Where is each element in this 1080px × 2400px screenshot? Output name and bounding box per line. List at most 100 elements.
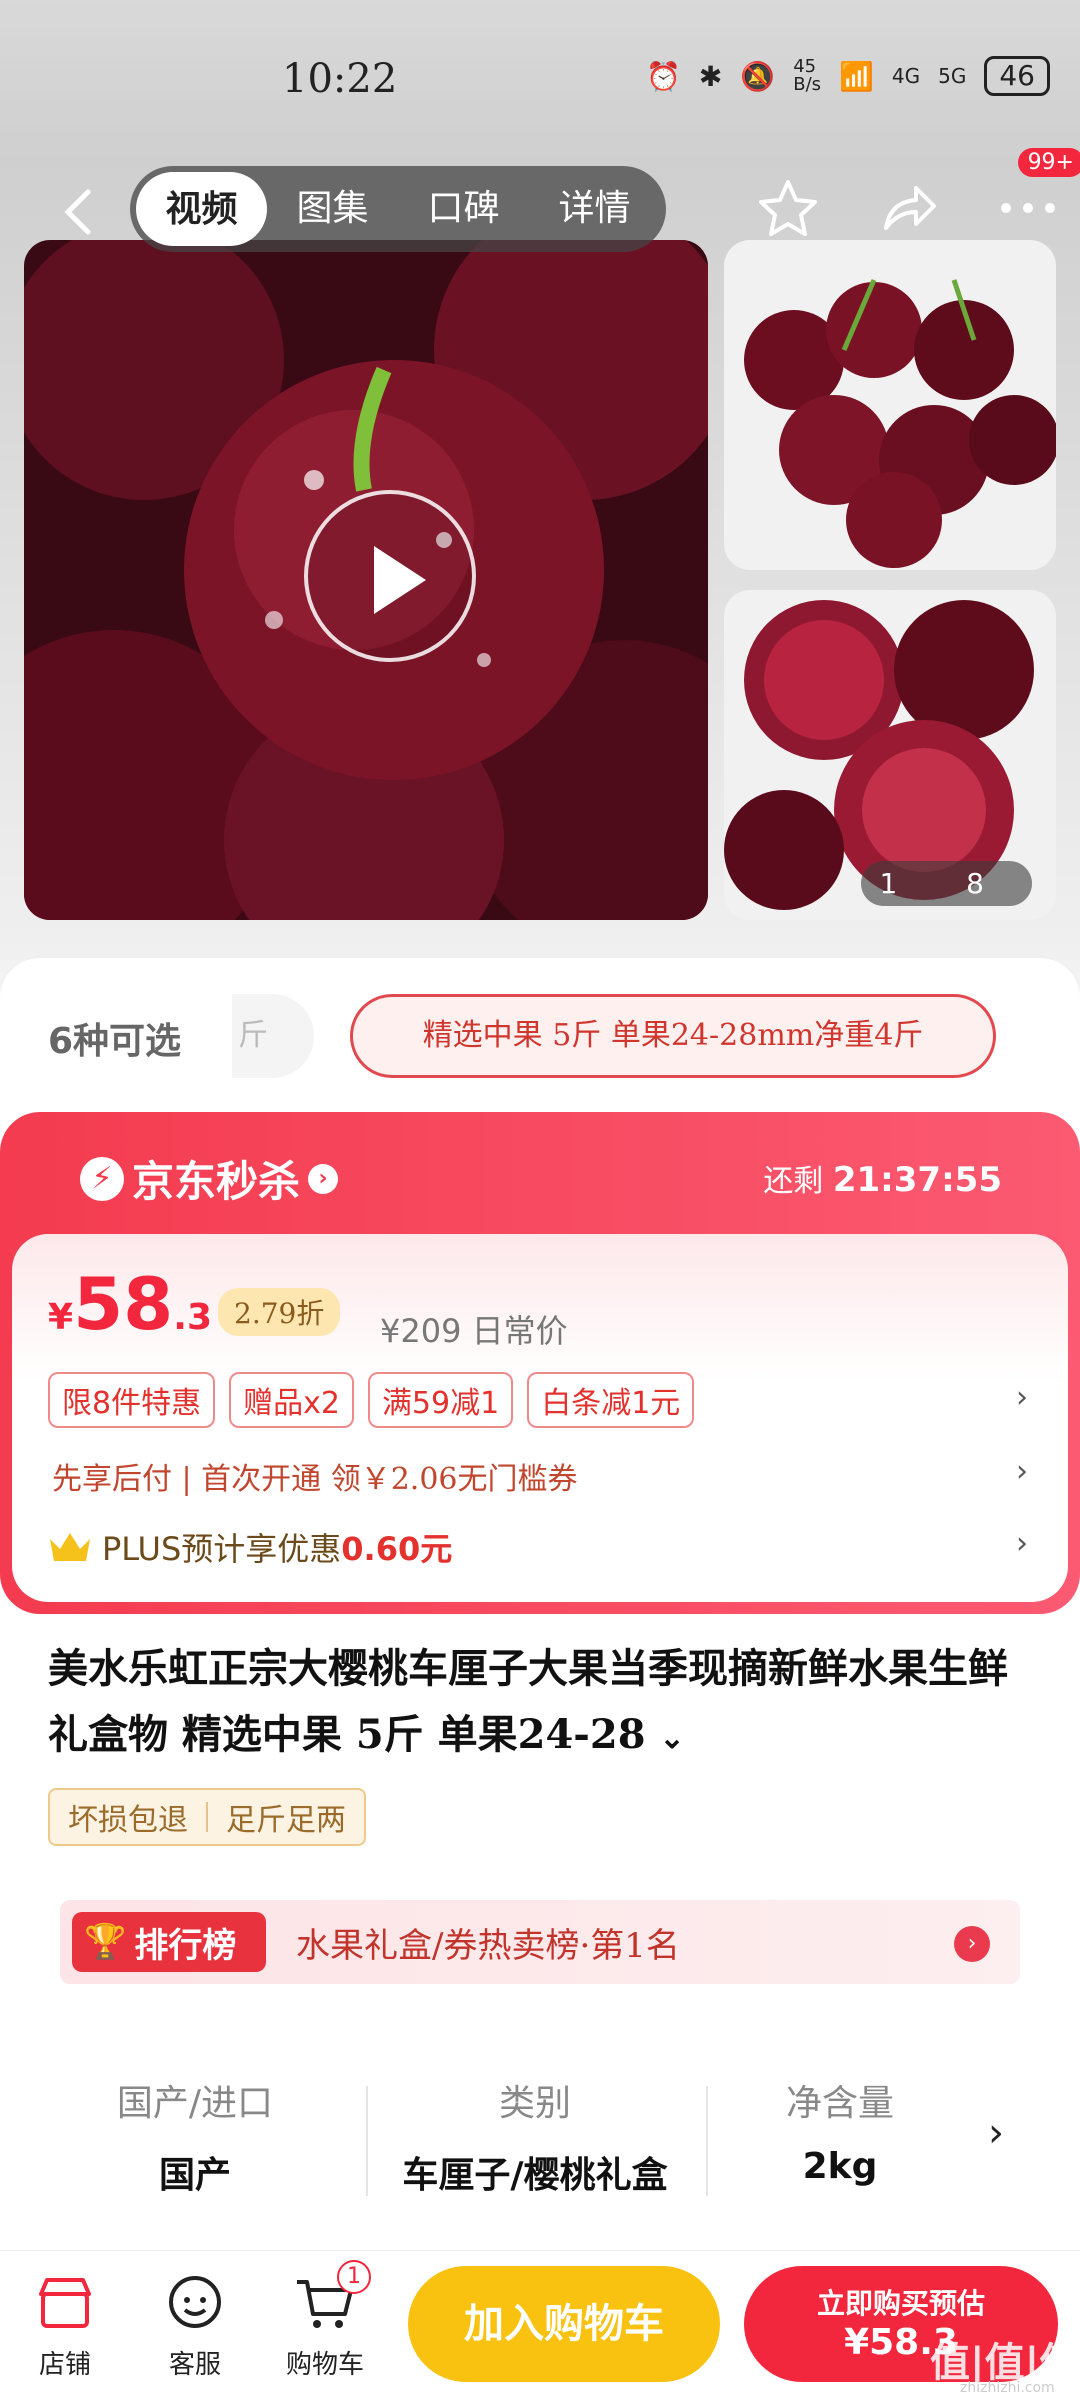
status-icons: ⏰ ✱ 🔕 45 B/s 📶 4G 5G 46 (646, 56, 1050, 96)
chevron-right-icon[interactable]: › (954, 1926, 990, 1962)
add-to-cart-button[interactable]: 加入购物车 (408, 2266, 720, 2382)
options-count[interactable]: 6种可选 (48, 1012, 181, 1064)
chevron-right-icon[interactable]: › (1016, 1526, 1028, 1561)
plus-label: PLUS预计享优惠 (102, 1530, 342, 1568)
price-integer: 58 (73, 1262, 174, 1346)
watermark-url: zhizhizhi.com (960, 2380, 1055, 2396)
flash-bolt-icon: ⚡ (80, 1156, 124, 1201)
option-chip-partial[interactable]: 斤 (232, 994, 314, 1078)
notification-badge: 99+ (1017, 148, 1080, 177)
crown-icon (50, 1533, 90, 1561)
spec-key: 类别 (498, 2083, 571, 2124)
cart-button[interactable]: 1 购物车 (270, 2260, 380, 2381)
more-dots-icon (1001, 203, 1055, 213)
option-chip-selected[interactable]: 精选中果 5斤 单果24-28mm净重4斤 (350, 994, 996, 1078)
flash-sale-brand[interactable]: ⚡ 京东秒杀 › (80, 1148, 339, 1209)
countdown-label: 还剩 (763, 1164, 824, 1199)
gallery-thumb-2[interactable]: 1 8 (724, 590, 1056, 920)
signal-5g: 5G (938, 64, 967, 88)
media-tabs: 视频 图集 口碑 详情 (130, 166, 666, 252)
share-button[interactable] (876, 176, 940, 240)
sale-price: ¥ 58 .3 (48, 1262, 212, 1346)
flash-sale-title: 京东秒杀 (132, 1157, 301, 1206)
customer-service-button[interactable]: 客服 (140, 2272, 250, 2381)
discount-badge: 2.79折 (218, 1288, 341, 1336)
countdown: 还剩 21:37:55 (763, 1156, 1002, 1200)
ranking-badge-label: 排行榜 (134, 1925, 237, 1966)
star-icon (759, 180, 817, 236)
promo-tags[interactable]: 限8件特惠 赠品x2 满59减1 白条减1元 (48, 1372, 695, 1428)
price-decimal: .3 (173, 1297, 212, 1338)
status-bar: 10:22 ⏰ ✱ 🔕 45 B/s 📶 4G 5G 46 (0, 0, 1080, 160)
price-currency: ¥ (48, 1297, 74, 1338)
spec-key: 国产/进口 (116, 2083, 274, 2124)
spec-value: 车厘子/樱桃礼盒 (402, 2155, 668, 2196)
promo-tag[interactable]: 白条减1元 (527, 1372, 695, 1428)
back-button[interactable] (50, 182, 110, 242)
cart-count-badge: 1 (337, 2260, 371, 2294)
cart-icon: 1 (293, 2260, 371, 2336)
promo-tag[interactable]: 满59减1 (367, 1372, 514, 1428)
top-navigation: 视频 图集 口碑 详情 99+ (0, 148, 1080, 256)
promo-tag[interactable]: 赠品x2 (229, 1372, 354, 1428)
store-label: 店铺 (38, 2350, 91, 2380)
chevron-right-icon: › (308, 1163, 339, 1194)
chevron-right-icon[interactable]: › (1016, 1380, 1028, 1415)
main-product-video[interactable] (24, 240, 708, 920)
promo-tag[interactable]: 限8件特惠 (48, 1372, 216, 1428)
battery-indicator: 46 (984, 56, 1050, 96)
chevron-left-icon (64, 189, 91, 235)
tab-gallery[interactable]: 图集 (267, 172, 398, 246)
store-icon (33, 2272, 97, 2336)
options-row: 6种可选 斤 精选中果 5斤 单果24-28mm净重4斤 (0, 990, 1080, 1080)
guarantee-tag: 坏损包退 (68, 1803, 188, 1838)
guarantee-tags[interactable]: 坏损包退 足斤足两 (48, 1788, 366, 1846)
flash-sale-header: ⚡ 京东秒杀 › 还剩 21:37:55 (0, 1112, 1080, 1232)
ranking-text: 水果礼盒/券热卖榜·第1名 (296, 1926, 680, 1966)
buy-now-label: 立即购买预估 (816, 2287, 985, 2320)
product-title-text: 美水乐虹正宗大樱桃车厘子大果当季现摘新鲜水果生鲜礼盒物 精选中果 5斤 单果24… (48, 1645, 1008, 1758)
ranking-badge: 🏆 排行榜 (72, 1912, 266, 1972)
divider (706, 2086, 708, 2196)
wifi-icon: 📶 (839, 59, 874, 93)
spec-key: 净含量 (785, 2083, 894, 2124)
gallery-thumb-1[interactable] (724, 240, 1056, 570)
plus-value: 0.60元 (341, 1530, 453, 1568)
countdown-value: 21:37:55 (832, 1160, 1002, 1200)
original-price: ¥209 日常价 (380, 1312, 568, 1350)
share-icon (884, 186, 936, 230)
divider (366, 2086, 368, 2196)
chevron-right-icon[interactable]: › (1016, 1454, 1028, 1489)
more-button[interactable]: 99+ (996, 148, 1080, 240)
cart-label: 购物车 (285, 2350, 364, 2380)
play-video-button[interactable] (304, 490, 476, 662)
bluetooth-icon: ✱ (698, 59, 723, 93)
tab-details[interactable]: 详情 (529, 172, 660, 246)
chat-icon (163, 2272, 227, 2336)
spec-item: 净含量 2kg (710, 2074, 970, 2187)
store-button[interactable]: 店铺 (10, 2272, 120, 2381)
guarantee-tag: 足斤足两 (226, 1803, 346, 1838)
spec-value: 国产 (158, 2155, 231, 2196)
alarm-icon: ⏰ (646, 59, 681, 93)
spec-value: 2kg (802, 2146, 878, 2187)
trophy-icon: 🏆 (84, 1922, 127, 1962)
chevron-right-icon[interactable]: › (988, 2110, 1004, 2156)
spec-item: 国产/进口 国产 (30, 2074, 360, 2198)
tab-video[interactable]: 视频 (136, 172, 267, 246)
signal-4g: 4G (891, 64, 921, 88)
tab-reviews[interactable]: 口碑 (398, 172, 529, 246)
status-time: 10:22 (282, 56, 398, 102)
image-counter: 1 8 (861, 861, 1032, 906)
spec-item: 类别 车厘子/樱桃礼盒 (370, 2074, 700, 2198)
pay-later-offer[interactable]: 先享后付 | 首次开通 领￥2.06无门槛券 (52, 1454, 578, 1498)
service-label: 客服 (168, 2350, 221, 2380)
net-speed: 45 B/s (793, 56, 822, 95)
nav-actions: 99+ (756, 148, 1080, 240)
chevron-down-icon[interactable]: ⌄ (659, 1721, 684, 1756)
product-gallery: 1 8 (0, 160, 1080, 960)
favorite-button[interactable] (756, 176, 820, 240)
product-title[interactable]: 美水乐虹正宗大樱桃车厘子大果当季现摘新鲜水果生鲜礼盒物 精选中果 5斤 单果24… (48, 1636, 1038, 1772)
mute-icon: 🔕 (740, 59, 776, 93)
plus-offer[interactable]: PLUS预计享优惠 0.60元 (48, 1524, 452, 1570)
